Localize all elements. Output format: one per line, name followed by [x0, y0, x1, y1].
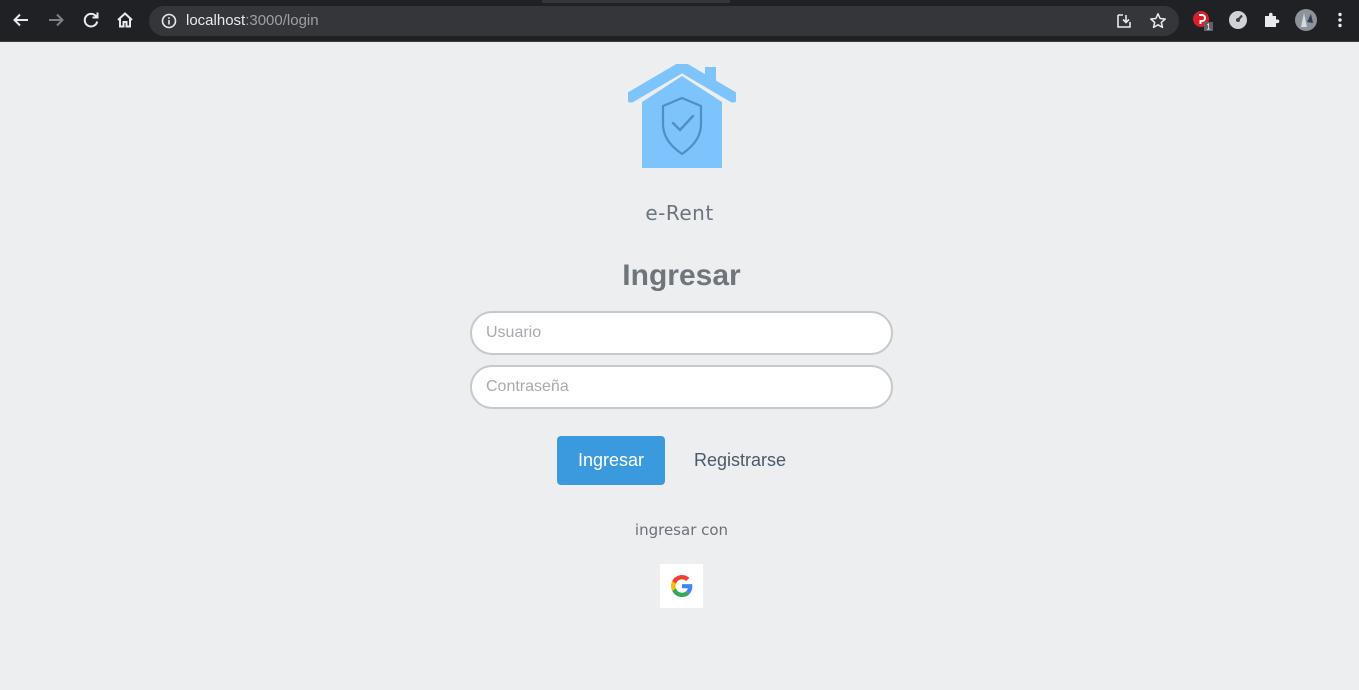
extension-badge-count: 1 — [1206, 23, 1211, 32]
address-bar[interactable]: localhost:3000/login — [149, 6, 1179, 36]
reload-icon[interactable] — [79, 8, 103, 32]
page-title: Ingresar — [622, 259, 741, 292]
password-input[interactable] — [470, 365, 893, 409]
url-text[interactable]: localhost:3000/login — [186, 13, 319, 29]
profile-avatar[interactable] — [1294, 8, 1318, 32]
register-link[interactable]: Registrarse — [694, 450, 786, 471]
toolbar-divider — [0, 41, 1359, 42]
brand-name: e-Rent — [645, 201, 714, 225]
extension-red-icon[interactable]: 1 — [1190, 8, 1214, 32]
url-host: localhost — [186, 12, 246, 29]
bookmark-star-icon[interactable] — [1149, 12, 1167, 30]
house-shield-logo-icon — [625, 61, 739, 170]
back-icon[interactable] — [9, 8, 33, 32]
google-icon — [670, 575, 692, 597]
url-path: :3000/login — [245, 12, 319, 29]
browser-toolbar: localhost:3000/login 1 — [0, 0, 1359, 41]
active-tab-indicator — [542, 0, 730, 3]
extensions-puzzle-icon[interactable] — [1259, 8, 1283, 32]
install-app-icon[interactable] — [1115, 12, 1133, 30]
forward-icon[interactable] — [44, 8, 68, 32]
site-info-icon[interactable] — [161, 13, 177, 29]
extension-gauge-icon[interactable] — [1226, 8, 1250, 32]
home-icon[interactable] — [113, 8, 137, 32]
google-login-button[interactable] — [660, 564, 703, 608]
menu-kebab-icon[interactable] — [1328, 8, 1352, 32]
username-input[interactable] — [470, 311, 893, 355]
login-with-label: ingresar con — [634, 521, 729, 539]
login-button[interactable]: Ingresar — [557, 436, 665, 485]
